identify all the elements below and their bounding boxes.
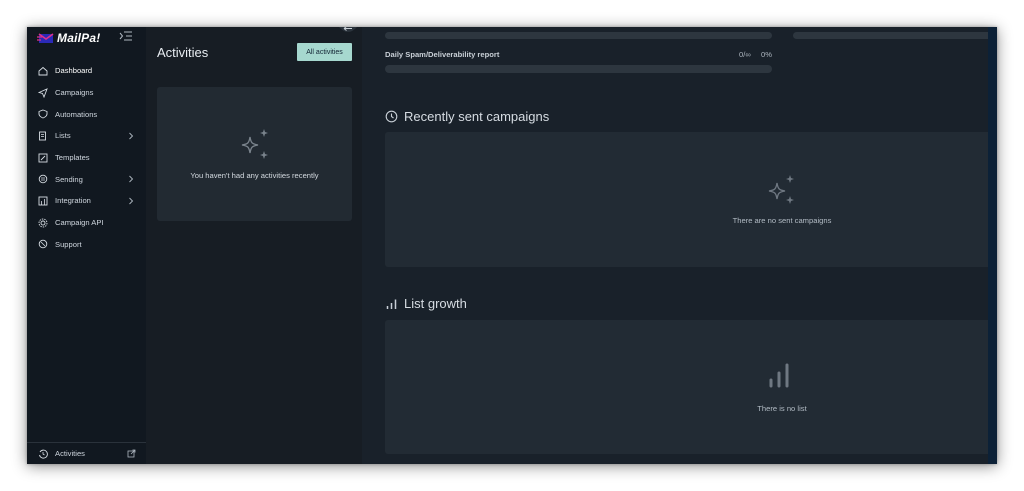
sidebar-item-label: Campaign API [55, 218, 104, 228]
gear-icon [38, 218, 48, 228]
recent-campaigns-empty-message: There are no sent campaigns [732, 216, 832, 225]
app-window: MailPa! Dashboard Campaigns Automations … [27, 27, 997, 464]
arrow-left-icon[interactable] [337, 27, 359, 37]
clock-icon [385, 110, 398, 123]
sidebar-item-integration[interactable]: Integration [27, 190, 146, 212]
sparkle-icon [241, 129, 268, 159]
list-growth-title: List growth [404, 296, 467, 311]
home-icon [38, 66, 48, 76]
all-activities-button[interactable]: All activities [297, 43, 352, 61]
chevron-right-icon [129, 132, 134, 140]
spam-report-count: 0/∞ [739, 50, 751, 59]
list-icon [39, 131, 46, 141]
sidebar-item-label: Automations [55, 109, 98, 119]
brand-name: MailPa! [57, 31, 101, 45]
scrollbar[interactable] [988, 27, 997, 464]
activities-empty-message: You haven't had any activities recently [190, 171, 319, 180]
sparkle-icon [768, 175, 794, 204]
sidebar-item-label: Lists [55, 131, 71, 141]
sidebar-item-templates[interactable]: Templates [27, 147, 146, 169]
sidebar-item-label: Support [55, 239, 82, 249]
sidebar-item-automations[interactable]: Automations [27, 103, 146, 125]
recent-campaigns-card: There are no sent campaigns [385, 132, 997, 267]
sidebar-item-label: Templates [55, 153, 90, 163]
sidebar-item-dashboard[interactable]: Dashboard [27, 60, 146, 82]
shield-icon [38, 109, 48, 119]
support-icon [38, 240, 48, 249]
sidebar-item-label: Sending [55, 174, 83, 184]
sidebar-item-label: Dashboard [55, 66, 93, 76]
sidebar: MailPa! Dashboard Campaigns Automations … [27, 27, 146, 464]
send-icon [38, 87, 48, 98]
recent-campaigns-title: Recently sent campaigns [404, 109, 550, 124]
sidebar-item-activities[interactable]: Activities [27, 442, 146, 464]
sidebar-footer-label: Activities [55, 449, 85, 458]
external-link-icon[interactable] [127, 449, 136, 458]
activities-panel: Activities All activities You haven't ha… [146, 27, 362, 464]
edit-icon [38, 153, 48, 163]
recent-campaigns-heading: Recently sent campaigns [385, 109, 549, 124]
spam-report-label: Daily Spam/Deliverability report [385, 50, 500, 59]
sidebar-item-campaigns[interactable]: Campaigns [27, 82, 146, 104]
progress-bar [385, 32, 772, 39]
sidebar-item-support[interactable]: Support [27, 234, 146, 256]
main-content: Daily Spam/Deliverability report 0/∞ 0% … [362, 27, 997, 464]
sidebar-item-sending[interactable]: Sending [27, 168, 146, 190]
brand-logo[interactable]: MailPa! [37, 31, 100, 45]
chevron-right-icon [129, 176, 134, 183]
chevron-right-icon [129, 197, 134, 205]
sidebar-item-lists[interactable]: Lists [27, 125, 146, 147]
sidebar-nav: Dashboard Campaigns Automations Lists Te… [27, 60, 146, 255]
activities-empty-card: You haven't had any activities recently [157, 87, 352, 221]
spam-report-percent: 0% [761, 50, 772, 59]
collapse-menu-icon[interactable] [119, 30, 133, 42]
list-growth-card: There is no list [385, 320, 997, 454]
bar-chart-icon [769, 363, 789, 388]
bar-chart-icon [386, 299, 397, 309]
progress-bar [793, 32, 997, 39]
list-growth-heading: List growth [385, 296, 467, 311]
envelope-logo-icon [37, 33, 54, 43]
activities-title: Activities [157, 45, 209, 60]
list-growth-empty-message: There is no list [757, 404, 807, 413]
sync-icon [38, 175, 48, 184]
sidebar-item-label: Campaigns [55, 88, 94, 98]
sidebar-item-label: Integration [55, 196, 91, 206]
spam-report-progress-bar [385, 65, 772, 73]
sidebar-item-campaign-api[interactable]: Campaign API [27, 212, 146, 234]
plug-icon [38, 196, 48, 206]
history-icon [39, 449, 48, 459]
